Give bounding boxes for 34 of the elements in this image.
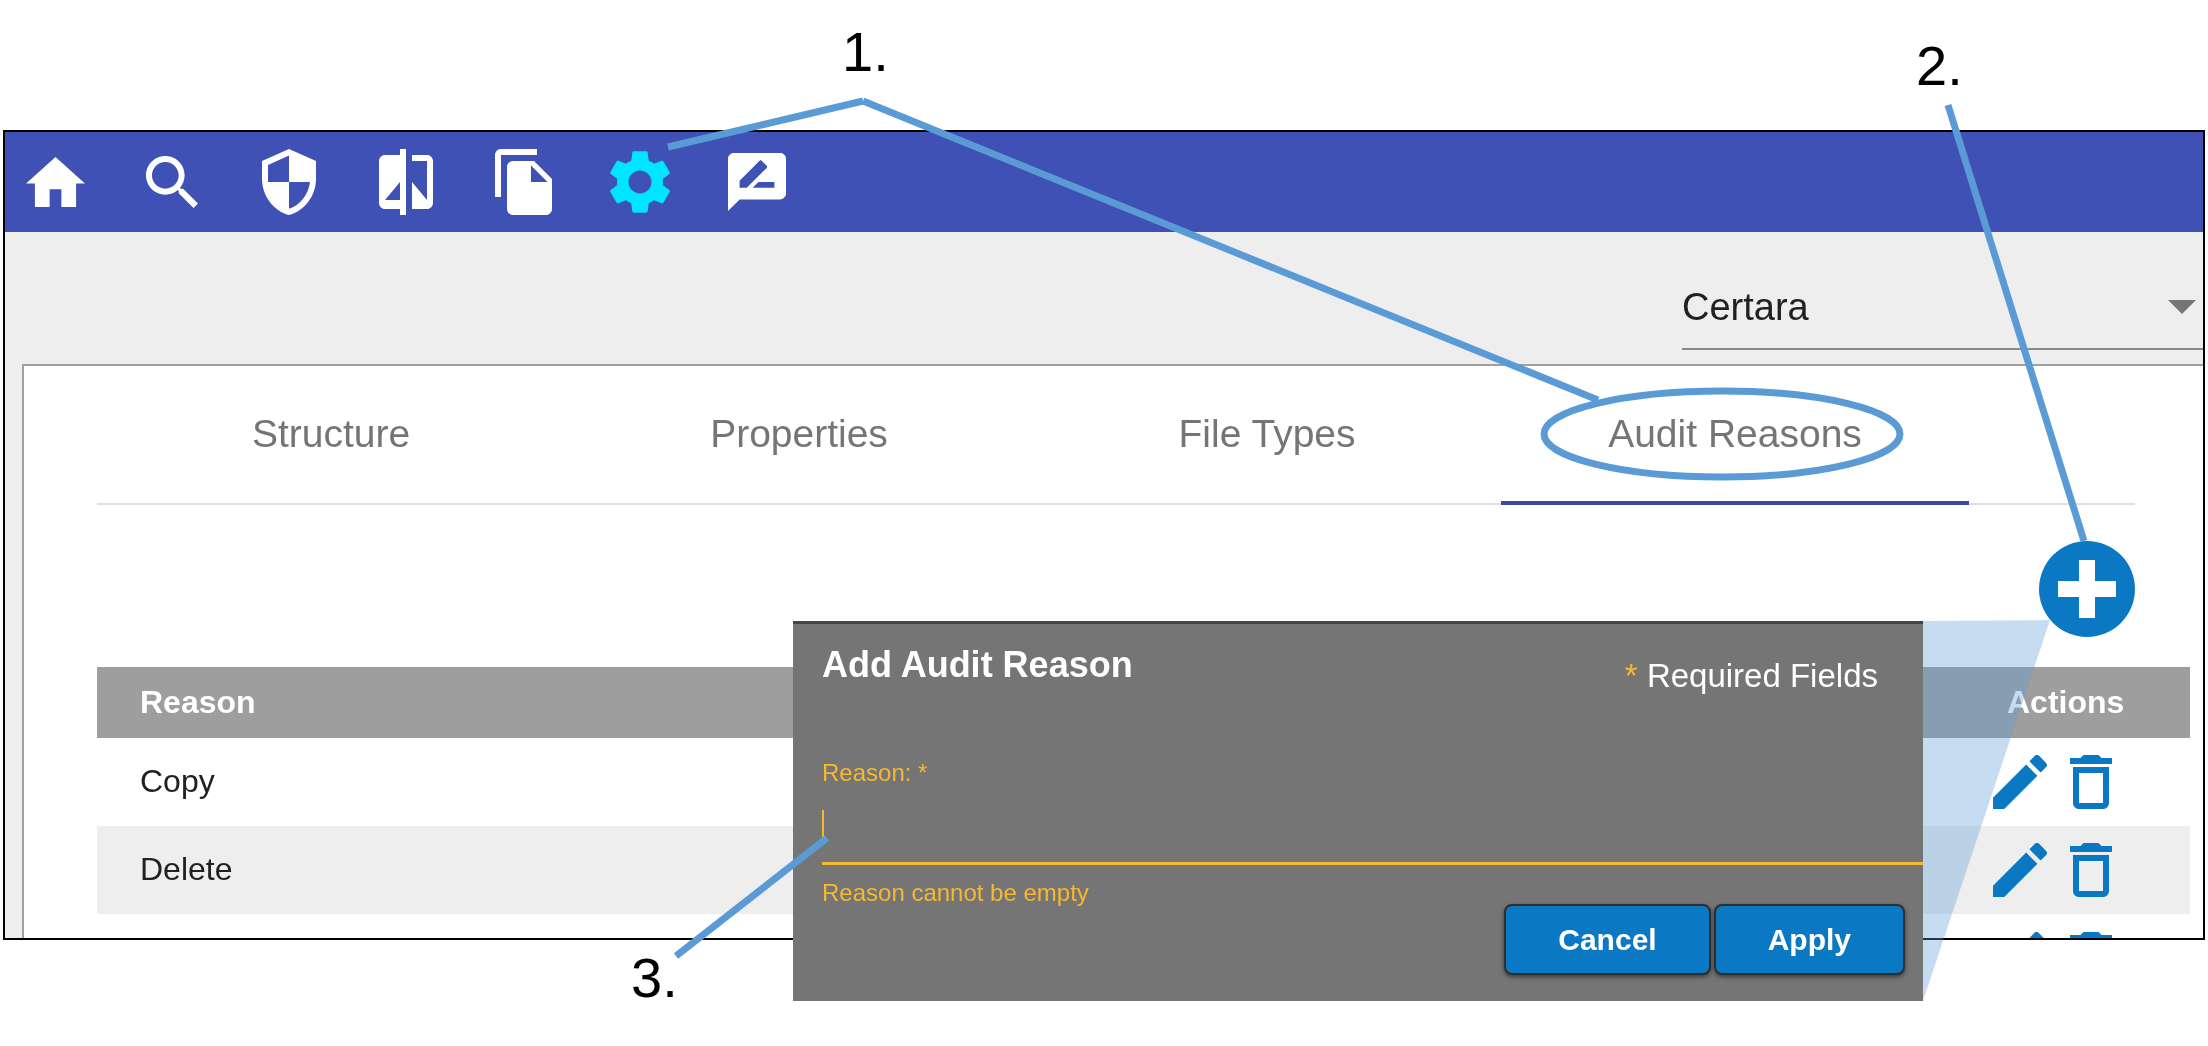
callout-number: 1. bbox=[842, 24, 889, 80]
pencil-icon[interactable] bbox=[1993, 755, 2047, 809]
plus-icon bbox=[2058, 560, 2116, 618]
pencil-icon[interactable] bbox=[2029, 932, 2044, 938]
tab[interactable]: Properties bbox=[565, 366, 1033, 505]
caret-icon bbox=[2168, 300, 2196, 314]
dialog-button[interactable]: Apply bbox=[1713, 904, 1905, 975]
settings-icon[interactable] bbox=[610, 150, 670, 214]
field-label: Reason: * bbox=[822, 761, 929, 785]
column-header: Actions bbox=[2007, 683, 2125, 720]
dialog-title: Add Audit Reason bbox=[822, 647, 1133, 683]
callout-number: 3. bbox=[631, 950, 678, 1006]
organization-select[interactable]: Certara bbox=[1682, 288, 2203, 350]
tab[interactable]: Audit Reasons bbox=[1501, 366, 1969, 505]
callout-number: 2. bbox=[1916, 38, 1963, 94]
tab[interactable]: Structure bbox=[97, 366, 565, 505]
reason-field[interactable]: Reason: * bbox=[822, 761, 1923, 865]
tab[interactable]: File Types bbox=[1033, 366, 1501, 505]
compare-icon[interactable] bbox=[379, 149, 433, 215]
table-cell: Delete bbox=[140, 851, 233, 887]
pencil-icon[interactable] bbox=[1993, 843, 2047, 897]
required-note: * Required Fields bbox=[1624, 659, 1878, 692]
dialog-button[interactable]: Cancel bbox=[1504, 904, 1711, 975]
trash-icon[interactable] bbox=[2070, 843, 2112, 897]
table-cell: Copy bbox=[140, 763, 215, 799]
search-icon[interactable] bbox=[146, 156, 198, 208]
shield-icon[interactable] bbox=[262, 149, 316, 215]
home-icon[interactable] bbox=[25, 157, 85, 207]
copy-icon[interactable] bbox=[494, 149, 552, 215]
trash-icon[interactable] bbox=[2070, 755, 2112, 809]
trash-icon[interactable] bbox=[2070, 932, 2112, 938]
error-message: Reason cannot be empty bbox=[822, 881, 1089, 905]
comment-pencil-icon[interactable] bbox=[728, 153, 786, 211]
column-header: Reason bbox=[140, 683, 256, 720]
